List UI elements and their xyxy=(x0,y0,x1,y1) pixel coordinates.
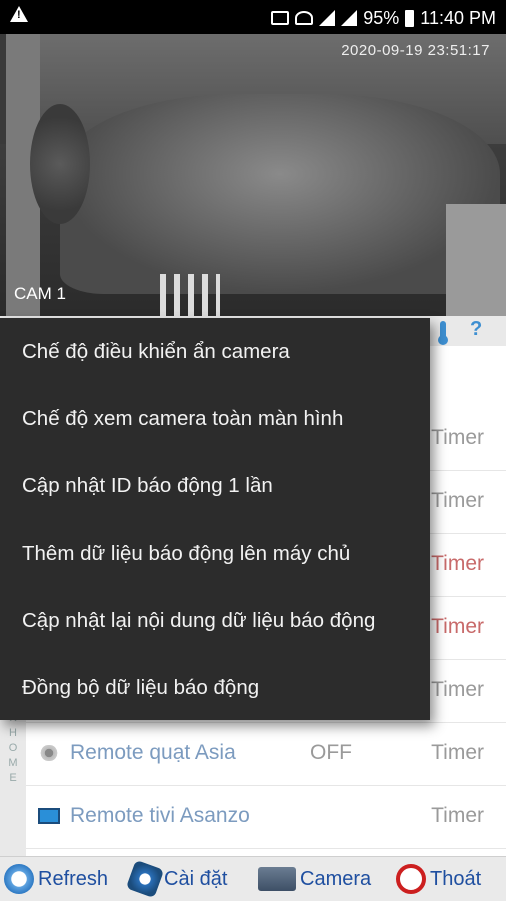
camera-label: CAM 1 xyxy=(14,284,66,303)
signal-icon-2 xyxy=(341,10,358,26)
wrench-icon xyxy=(125,859,165,899)
options-menu: Chế độ điều khiển ẩn camera Chế độ xem c… xyxy=(0,318,430,720)
list-item-tv-remote[interactable]: Remote tivi Asanzo Timer xyxy=(26,786,506,849)
thermometer-icon[interactable] xyxy=(438,321,448,345)
bottom-toolbar: Refresh Cài đặt Camera Thoát xyxy=(0,856,506,901)
fan-icon xyxy=(38,745,60,761)
device-name[interactable]: Remote quạt Asia xyxy=(70,741,236,765)
battery-percent: 95% xyxy=(363,7,400,28)
timer-button[interactable]: Timer xyxy=(431,489,484,513)
menu-item-sync-alarm-data[interactable]: Đồng bộ dữ liệu báo động xyxy=(22,676,259,700)
camera-label-button: Camera xyxy=(300,867,372,890)
side-letter: E xyxy=(9,772,17,784)
side-letter: H xyxy=(9,727,17,739)
side-letter: O xyxy=(8,742,18,754)
camera-scene-fence xyxy=(160,274,220,316)
menu-item-fullscreen-camera[interactable]: Chế độ xem camera toàn màn hình xyxy=(22,407,343,431)
timer-button[interactable]: Timer xyxy=(431,426,484,450)
device-name[interactable]: Remote tivi Asanzo xyxy=(70,804,250,828)
side-letter: M xyxy=(8,757,18,769)
timer-button[interactable]: Timer xyxy=(431,804,484,828)
camera-icon xyxy=(258,867,296,891)
warning-icon xyxy=(10,6,28,22)
settings-button[interactable]: Cài đặt xyxy=(125,859,228,899)
settings-label: Cài đặt xyxy=(164,867,228,890)
tv-icon xyxy=(38,808,60,824)
device-state[interactable]: OFF xyxy=(310,741,352,765)
help-icon[interactable]: ? xyxy=(470,318,482,341)
timer-button[interactable]: Timer xyxy=(431,552,484,576)
menu-item-upload-alarm-data[interactable]: Thêm dữ liệu báo động lên máy chủ xyxy=(22,542,350,566)
no-entry-icon xyxy=(396,864,426,894)
refresh-button[interactable]: Refresh xyxy=(4,863,108,895)
menu-item-update-alarm-id[interactable]: Cập nhật ID báo động 1 lần xyxy=(22,474,273,498)
side-tab-strip[interactable]: T K H O M E xyxy=(0,696,26,856)
refresh-icon xyxy=(4,864,34,894)
camera-view[interactable]: 2020-09-19 23:51:17 CAM 1 xyxy=(0,34,506,316)
timer-button[interactable]: Timer xyxy=(431,741,484,765)
clock: 11:40 PM xyxy=(420,7,496,28)
camera-scene-tree xyxy=(30,104,90,224)
camera-timestamp: 2020-09-19 23:51:17 xyxy=(341,42,490,59)
refresh-label: Refresh xyxy=(38,867,109,890)
wifi-icon xyxy=(295,11,314,25)
battery-icon xyxy=(405,9,415,27)
menu-item-refresh-alarm-data[interactable]: Cập nhật lại nội dung dữ liệu báo động xyxy=(22,609,375,633)
timer-button[interactable]: Timer xyxy=(431,678,484,702)
menu-item-hidden-camera-control[interactable]: Chế độ điều khiển ẩn camera xyxy=(22,340,290,364)
list-item-fan-remote[interactable]: Remote quạt Asia OFF Timer xyxy=(26,723,506,786)
camera-scene-gate xyxy=(446,204,506,316)
camera-button[interactable]: Camera xyxy=(258,863,371,895)
exit-button[interactable]: Thoát xyxy=(396,863,481,895)
status-bar: 95% 11:40 PM xyxy=(0,0,506,34)
status-icons: 95% 11:40 PM xyxy=(271,7,496,29)
signal-icon xyxy=(319,10,336,26)
cast-icon xyxy=(271,11,290,25)
camera-scene-floor xyxy=(60,94,500,294)
timer-button[interactable]: Timer xyxy=(431,615,484,639)
exit-label: Thoát xyxy=(430,867,482,890)
